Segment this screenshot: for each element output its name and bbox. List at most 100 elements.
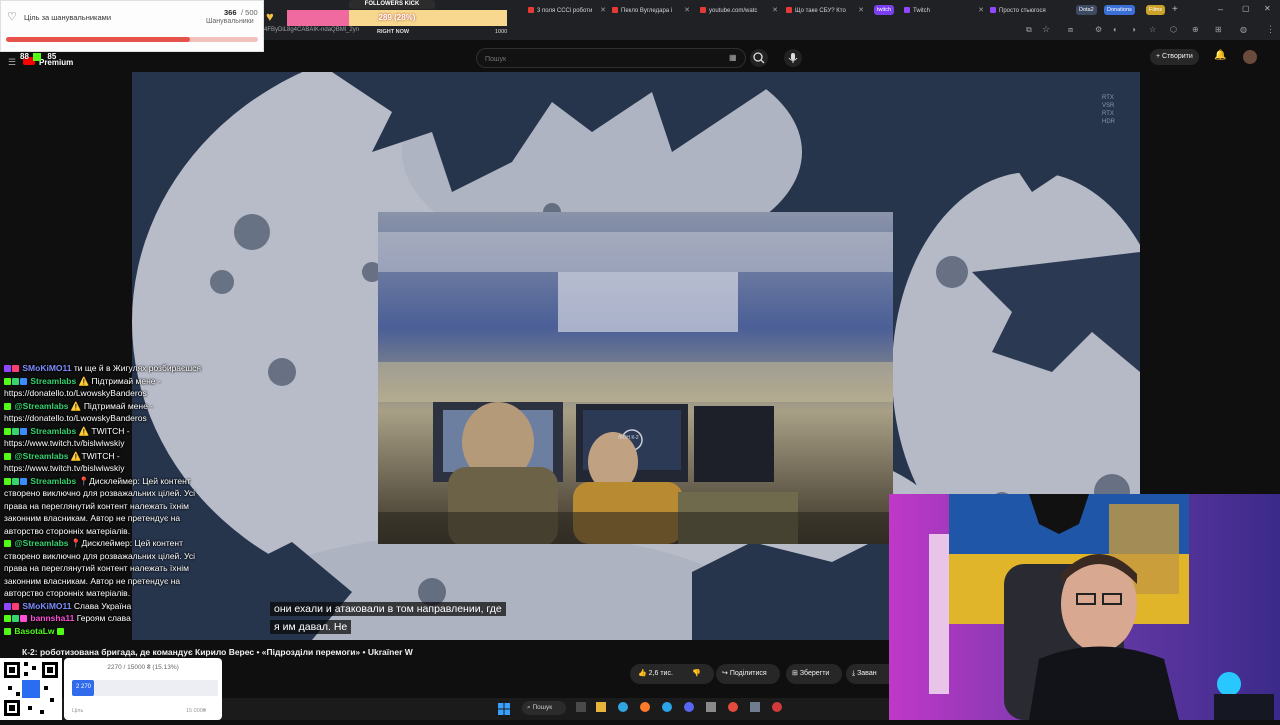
tab-group-pill[interactable]: Donations [1104, 5, 1135, 15]
chrome-icon[interactable] [728, 702, 738, 712]
goal-title: Ціль за шанувальниками [24, 13, 112, 22]
download-button[interactable]: ⤓ Заван [846, 664, 890, 684]
goal-count: 366 [224, 8, 237, 17]
share-button[interactable]: ↪ Поділитися [716, 664, 780, 684]
create-button[interactable]: + Створити [1150, 49, 1199, 65]
tab-favicon-icon [904, 7, 910, 14]
toolbar-extension-icon[interactable]: ◑ [1131, 25, 1136, 34]
tab-favicon-icon [990, 7, 996, 14]
chat-message: Streamlabs 📍Дисклеймер: Цей контент ство… [4, 475, 216, 538]
browser-tab[interactable]: 3 поля СССі роботи ✕ [528, 3, 608, 19]
close-tab-icon[interactable]: ✕ [600, 3, 606, 19]
browser-tab[interactable]: Що таке СБУ? Кто ✕ [786, 3, 866, 19]
close-window-icon[interactable]: ✕ [1264, 4, 1271, 13]
file-explorer-icon[interactable] [596, 702, 606, 712]
search-bar[interactable]: ▦ [476, 48, 746, 68]
cast-icon[interactable]: ⧉ [1026, 25, 1032, 35]
followers-right-label: 1000 [495, 29, 508, 35]
minimize-icon[interactable]: – [1218, 4, 1223, 14]
search-input[interactable] [483, 52, 717, 66]
chat-username: Streamlabs [30, 425, 77, 436]
chat-message: @Streamlabs 📍Дисклеймер: Цей контент ств… [4, 537, 216, 600]
firefox-icon[interactable] [640, 702, 650, 712]
chat-text: ти ще й в Жигулях розбираєшся [73, 363, 202, 373]
chat-username: Streamlabs [30, 375, 77, 386]
browser-menu-icon[interactable]: ⋮ [1266, 24, 1275, 35]
fan-goal-widget: ♡ Ціль за шанувальниками 366 / 500 Шанув… [0, 0, 264, 52]
app-icon[interactable] [706, 702, 716, 712]
chat-text: ⚠️ Підтримай мене - https://donatello.to… [4, 375, 161, 399]
chat-message: SMoKiMO11 Слава Україна [4, 600, 216, 613]
toolbar-extension-icon[interactable]: ◐ [1113, 25, 1118, 34]
chat-username: @Streamlabs [14, 400, 69, 411]
thumbs-down-icon[interactable]: 👎 [692, 664, 701, 684]
chat-message: BasotaLw [4, 625, 216, 638]
donation-amount: 2270 / 15000 ₴ (15.13%) [107, 664, 179, 671]
keyboard-icon[interactable]: ▦ [729, 53, 737, 62]
toolbar-extension-icon[interactable]: ⊕ [1192, 25, 1199, 34]
close-tab-icon[interactable]: ✕ [684, 3, 690, 19]
chat-username: @Streamlabs [14, 450, 69, 461]
notifications-bell-icon[interactable]: 🔔 [1214, 50, 1226, 61]
badge-icon [4, 402, 11, 410]
heart-icon: ♥ [266, 9, 274, 24]
taskbar-search[interactable]: ⌕ Пошук [522, 701, 566, 715]
toolbar-extension-icon[interactable]: ☆ [1149, 25, 1156, 34]
close-tab-icon[interactable]: ✕ [772, 3, 778, 19]
search-icon: ⌕ [527, 704, 531, 711]
badge-icon [4, 452, 11, 460]
badge-icon [4, 540, 11, 548]
tab-group-pill[interactable]: Films [1146, 5, 1166, 15]
donation-panel: 2270 / 15000 ₴ (15.13%) 2 270 Ціль 15 00… [64, 658, 222, 720]
profile-icon[interactable]: ◍ [1240, 25, 1247, 34]
donation-bar-value: 2 270 [76, 684, 92, 690]
toolbar-extension-icon[interactable]: ⬡ [1170, 25, 1177, 34]
browser-tab[interactable]: youtube.com/watc ✕ [700, 3, 780, 19]
close-tab-icon[interactable]: ✕ [978, 3, 984, 19]
avatar[interactable] [1243, 50, 1257, 64]
followers-progress-track: 289 (28%) [287, 10, 507, 26]
chat-username: SMoKiMO11 [22, 363, 72, 373]
chat-username: Streamlabs [30, 475, 77, 486]
toolbar-extension-icon[interactable]: ⚙ [1095, 25, 1102, 34]
thumbs-up-icon[interactable]: 👍 [638, 670, 647, 677]
browser-tab[interactable]: Просто стьюгося [990, 3, 1070, 19]
telegram-icon[interactable] [662, 702, 672, 712]
viewer-counters: 88 85 [8, 52, 56, 64]
subtitle-line: они ехали и атаковали в том направлении,… [270, 602, 506, 616]
discord-icon[interactable] [684, 702, 694, 712]
edge-icon[interactable] [618, 702, 628, 712]
extensions-icon[interactable]: ⧈ [1068, 25, 1073, 35]
tab-group-pill[interactable]: twitch [874, 5, 895, 15]
maximize-icon[interactable]: ▢ [1242, 4, 1250, 13]
browser-tab[interactable]: Пекло Вугледара і ✕ [612, 3, 692, 19]
voice-search-button[interactable] [784, 49, 802, 67]
obs-icon[interactable] [772, 702, 782, 712]
tab-favicon-icon [528, 7, 534, 14]
badge-icon [4, 615, 11, 623]
tab-group-pill[interactable]: Dota2 [1076, 5, 1097, 15]
badge-icon [4, 365, 11, 373]
close-tab-icon[interactable]: ✕ [858, 3, 864, 19]
settings-icon[interactable] [750, 702, 760, 712]
chat-message: bannsha11 Героям слава [4, 612, 216, 625]
badge-icon [12, 377, 19, 385]
badge-icon [20, 427, 27, 435]
save-button[interactable]: ⊞ Зберегти [786, 664, 842, 684]
like-count[interactable]: 2,6 тис. [649, 670, 673, 677]
badge-icon [20, 477, 27, 485]
command-room-scene [378, 212, 893, 544]
toolbar-extension-icon[interactable]: ⊞ [1215, 25, 1222, 34]
heart-hands-icon: ♡ [7, 11, 17, 23]
webcam-feed [889, 494, 1280, 720]
search-button[interactable] [750, 49, 768, 67]
browser-tab[interactable]: Twitch ✕ [904, 3, 986, 19]
bookmark-star-icon[interactable]: ☆ [1042, 24, 1050, 35]
task-view-icon[interactable] [576, 702, 586, 712]
windows-start-icon[interactable] [498, 702, 510, 715]
save-playlist-icon: ⊞ [792, 670, 798, 677]
counter-left: 88 [20, 52, 29, 61]
donation-progress-track: 2 270 [72, 680, 218, 696]
badge-icon [4, 427, 11, 435]
new-tab-icon[interactable]: + [1172, 4, 1178, 15]
